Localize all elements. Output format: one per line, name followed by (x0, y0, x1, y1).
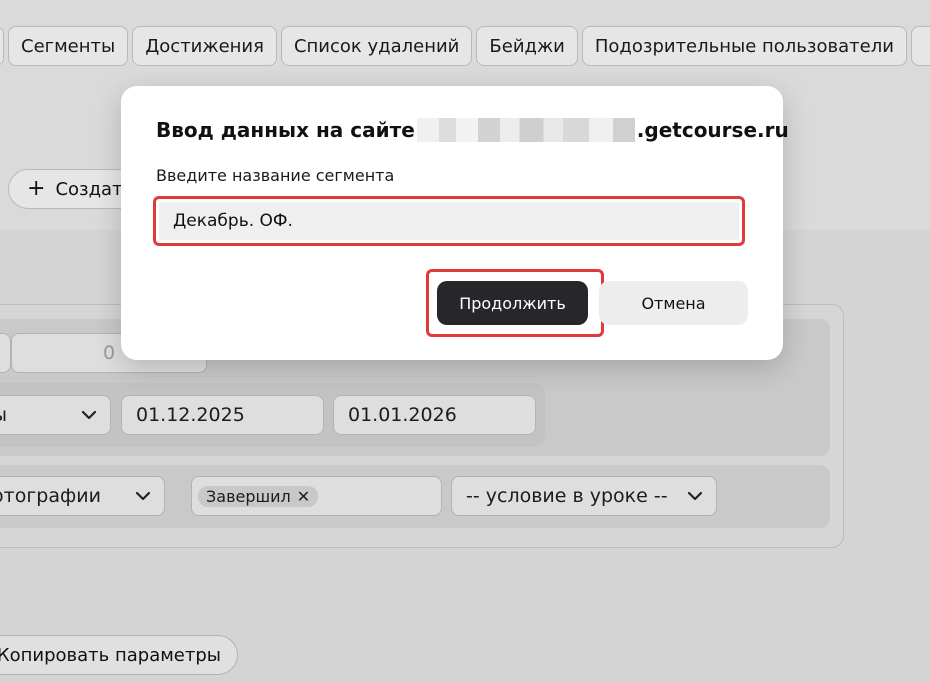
dialog-title: Ввод данных на сайте .getcourse.ru (156, 118, 789, 142)
prompt-dialog: Ввод данных на сайте .getcourse.ru Введи… (121, 86, 789, 360)
status-multiselect[interactable]: Завершил ✕ (191, 476, 442, 516)
chevron-down-icon (687, 491, 703, 501)
lesson-select[interactable]: отографии (0, 476, 165, 516)
copy-parameters-label: Копировать параметры (0, 644, 221, 666)
dialog-label: Введите название сегмента (156, 166, 395, 185)
date-from-input[interactable]: 01.12.2025 (121, 395, 324, 435)
input-highlight (153, 196, 745, 246)
tab-previous[interactable] (0, 26, 4, 66)
redacted-domain (416, 118, 635, 142)
dialog-title-suffix: .getcourse.ru (636, 118, 789, 142)
tab-bar: Сегменты Достижения Список удалений Бейд… (0, 26, 930, 68)
date-to-input[interactable]: 01.01.2026 (333, 395, 536, 435)
lesson-condition-select[interactable]: -- условие в уроке -- (451, 476, 717, 516)
chevron-down-icon (135, 491, 151, 501)
lesson-condition-value: -- условие в уроке -- (466, 485, 668, 507)
lesson-select-value: отографии (0, 485, 101, 507)
copy-parameters-button[interactable]: Копировать параметры (0, 635, 238, 675)
continue-button[interactable]: Продолжить (437, 281, 588, 325)
filter-stub-field[interactable] (0, 333, 11, 373)
segment-name-input[interactable] (159, 202, 739, 240)
period-select[interactable]: ы (0, 395, 111, 435)
tab-segments[interactable]: Сегменты (8, 26, 129, 66)
plus-icon: + (27, 176, 46, 201)
close-icon[interactable]: ✕ (297, 487, 310, 506)
tab-badges[interactable]: Бейджи (476, 26, 578, 66)
period-select-value: ы (0, 404, 7, 426)
cancel-button[interactable]: Отмена (599, 281, 748, 325)
status-chip: Завершил ✕ (198, 485, 319, 507)
chevron-down-icon (81, 410, 97, 420)
status-chip-label: Завершил (206, 486, 291, 506)
tab-next[interactable] (910, 26, 930, 66)
tab-achievements[interactable]: Достижения (132, 26, 277, 66)
tab-deletion-list[interactable]: Список удалений (280, 26, 473, 66)
tab-suspicious-users[interactable]: Подозрительные пользователи (581, 26, 907, 66)
dialog-title-prefix: Ввод данных на сайте (156, 118, 415, 142)
